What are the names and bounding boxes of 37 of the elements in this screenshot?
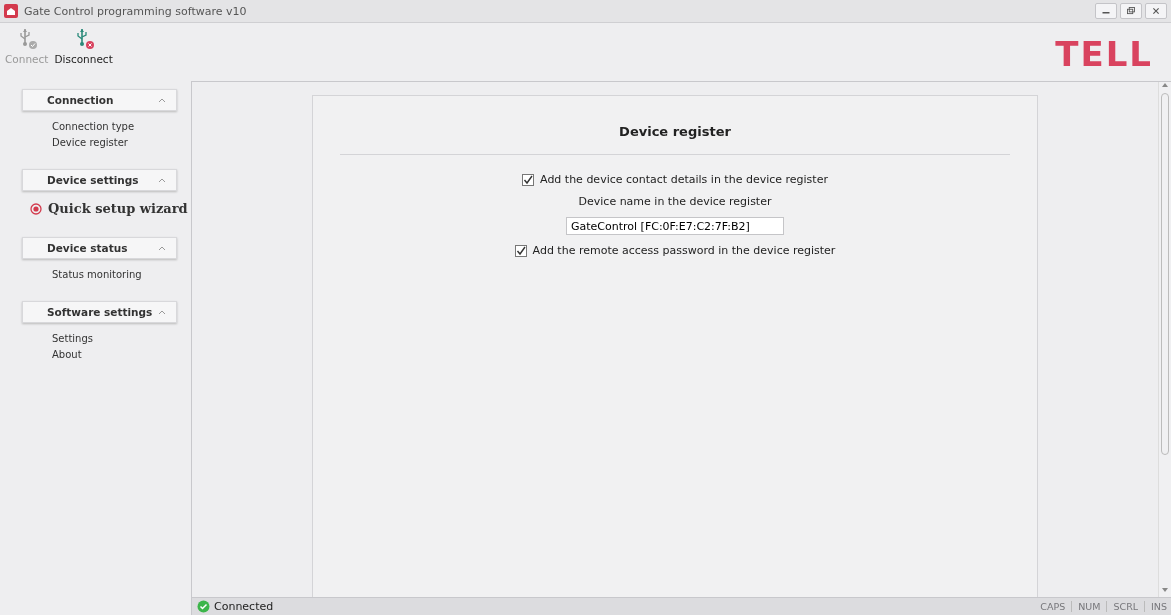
logo: TELL [1055,37,1153,71]
scroll-up-icon[interactable] [1162,82,1168,87]
caret-up-icon [158,245,166,251]
caret-up-icon [158,309,166,315]
checkbox[interactable] [514,244,527,257]
close-icon[interactable] [1145,3,1167,19]
indicator: NUM [1078,601,1101,612]
scrollbar[interactable] [1158,82,1171,597]
caret-up-icon [158,97,166,103]
section-header[interactable]: Device status [22,237,177,259]
sidebar-item[interactable]: Status monitoring [22,267,142,283]
radio-icon [30,202,42,215]
status-text: Connected [214,600,274,613]
app-icon [4,4,18,18]
check-icon [197,600,210,613]
field-label: Device name in the device register [578,195,772,208]
scroll-down-icon[interactable] [1162,588,1168,593]
section-header[interactable]: Device settings [22,169,177,191]
caret-up-icon [158,177,166,183]
indicator: CAPS [1040,601,1066,612]
section-header[interactable]: Software settings [22,301,177,323]
sidebar-item[interactable]: Device register [22,135,128,151]
disconnect-button[interactable]: Disconnect [51,23,116,69]
window-title: Gate Control programming software v10 [24,4,247,18]
checkbox-option[interactable]: Add the remote access password in the device register [514,244,836,257]
section-header[interactable]: Connection [22,89,177,111]
checkbox-option[interactable]: Add the device contact details in the device register [522,173,828,186]
indicator: SCRL [1113,601,1139,612]
input-field[interactable]: GateControl [FC:0F:E7:C2:7F:B2] [566,217,784,235]
sidebar-item[interactable]: Quick setup wizard [22,199,188,219]
indicator: INS [1151,601,1167,612]
panel-title: Device register [619,124,731,139]
checkbox[interactable] [522,173,535,186]
sidebar-item[interactable]: Settings [22,331,93,347]
sidebar-item[interactable]: About [22,347,82,363]
restore-icon[interactable] [1120,3,1142,19]
sidebar-item[interactable]: Connection type [22,119,135,135]
